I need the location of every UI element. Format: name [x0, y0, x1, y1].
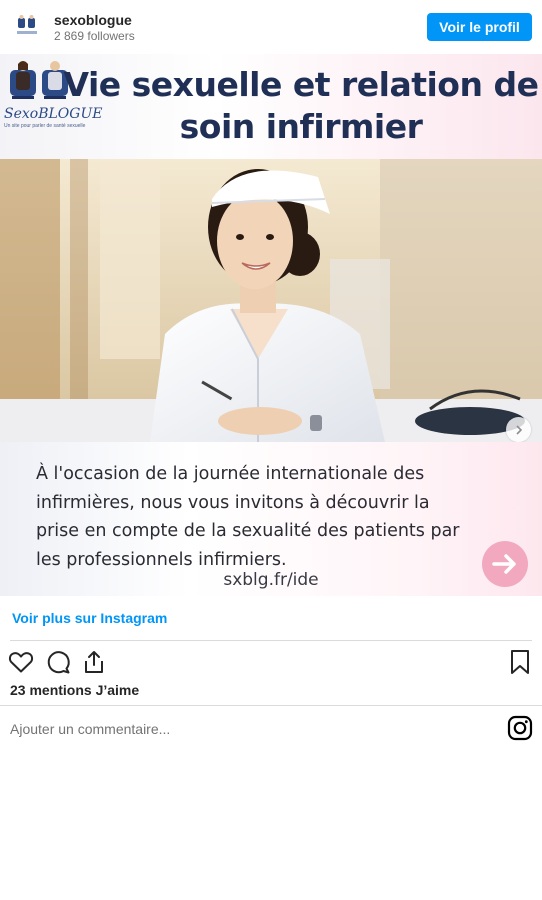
post-banner: SexoBLOGUE Un site pour parler de santé … — [0, 54, 542, 159]
divider — [10, 640, 532, 641]
post-caption: À l'occasion de la journée international… — [36, 464, 460, 570]
carousel-next-button[interactable] — [506, 417, 531, 442]
comment-icon[interactable] — [45, 649, 71, 675]
likes-count[interactable]: 23 mentions J’aime — [10, 682, 139, 698]
share-icon[interactable] — [81, 649, 107, 675]
post-image[interactable]: SexoBLOGUE Un site pour parler de santé … — [0, 54, 542, 596]
post-header: sexoblogue 2 869 followers Voir le profi… — [0, 0, 542, 54]
instagram-icon[interactable] — [507, 715, 533, 741]
comment-input[interactable] — [10, 717, 490, 741]
view-profile-button[interactable]: Voir le profil — [427, 13, 532, 41]
see-more-on-instagram-link[interactable]: Voir plus sur Instagram — [12, 610, 167, 626]
bookmark-icon[interactable] — [507, 649, 533, 675]
profile-avatar[interactable] — [13, 12, 41, 40]
caption-panel: À l'occasion de la journée international… — [0, 442, 542, 596]
divider — [0, 705, 542, 706]
banner-title: Vie sexuelle et relation de soin infirmi… — [63, 65, 539, 146]
chevron-right-icon — [515, 424, 522, 435]
username[interactable]: sexoblogue — [54, 12, 132, 28]
action-bar — [0, 645, 542, 679]
nurse-photo — [0, 159, 542, 442]
follower-count: 2 869 followers — [54, 29, 135, 43]
caption-link: sxblg.fr/ide — [223, 570, 319, 590]
heart-icon[interactable] — [8, 649, 34, 675]
arrow-right-icon — [482, 541, 528, 587]
